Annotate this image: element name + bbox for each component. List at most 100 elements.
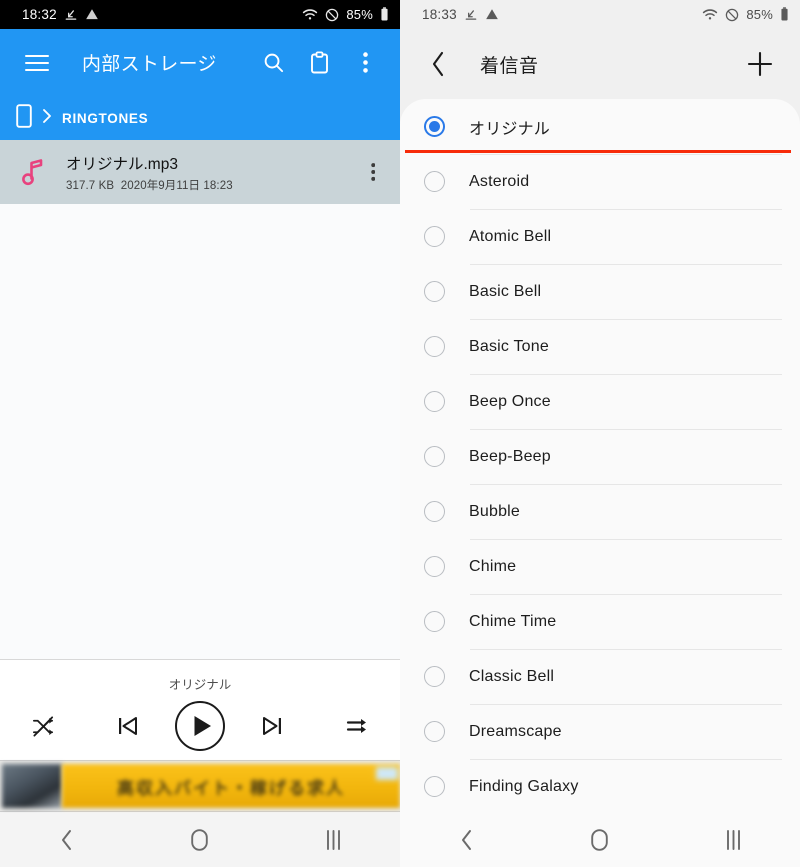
wifi-icon (302, 8, 318, 21)
file-details: 317.7 KB 2020年9月11日 18:23 (66, 177, 342, 193)
download-icon (464, 8, 478, 22)
left-phone-screen: 18:32 85% 内部ストレージ RINGTONES オリジナル.mp3 31… (0, 0, 400, 867)
overflow-menu-icon[interactable] (344, 42, 386, 84)
do-not-disturb-icon (325, 8, 339, 22)
battery-icon (780, 7, 789, 22)
left-status-bar: 18:32 85% (0, 0, 400, 29)
repeat-off-icon[interactable] (334, 703, 380, 749)
ringtone-label: Beep-Beep (469, 447, 551, 465)
file-list: オリジナル.mp3 317.7 KB 2020年9月11日 18:23 (0, 140, 400, 659)
music-note-icon (18, 158, 48, 186)
ringtone-label: Chime (469, 557, 517, 575)
radio-button[interactable] (424, 776, 445, 797)
ringtone-label: Bubble (469, 502, 521, 520)
ringtone-header: 着信音 (400, 29, 800, 99)
page-title: 内部ストレージ (82, 54, 217, 75)
radio-button[interactable] (424, 281, 445, 302)
radio-button[interactable] (424, 666, 445, 687)
ringtone-label: Classic Bell (469, 667, 555, 685)
ad-banner[interactable]: 高収入バイト・稼げる求人 (0, 760, 400, 812)
skip-next-icon[interactable] (249, 703, 295, 749)
breadcrumb: RINGTONES (0, 96, 400, 140)
radio-button-selected[interactable] (424, 116, 445, 137)
phone-icon[interactable] (16, 103, 32, 133)
file-size: 317.7 KB (66, 179, 115, 192)
battery-percent-label: 85% (346, 7, 373, 22)
status-bar-left-group: 18:33 (422, 7, 499, 22)
home-icon[interactable] (565, 820, 635, 860)
ringtone-label: Dreamscape (469, 722, 562, 740)
recents-icon[interactable] (298, 820, 368, 860)
file-meta: オリジナル.mp3 317.7 KB 2020年9月11日 18:23 (66, 152, 342, 193)
overflow-menu-icon[interactable] (360, 162, 386, 182)
back-icon[interactable] (32, 820, 102, 860)
list-item[interactable]: オリジナル (400, 99, 800, 154)
clipboard-icon[interactable] (298, 42, 340, 84)
skip-previous-icon[interactable] (105, 703, 151, 749)
google-drive-icon (485, 8, 499, 21)
list-item[interactable]: Chime (400, 539, 800, 594)
list-item[interactable]: Classic Bell (400, 649, 800, 704)
ringtone-label: Basic Tone (469, 337, 549, 355)
ringtone-label: Asteroid (469, 172, 530, 190)
list-item[interactable]: Basic Bell (400, 264, 800, 319)
player-controls (0, 693, 400, 753)
radio-button[interactable] (424, 446, 445, 467)
home-icon[interactable] (165, 820, 235, 860)
file-manager-app-bar: 内部ストレージ (0, 29, 400, 96)
ringtone-label: オリジナル (469, 120, 551, 138)
list-item[interactable]: Finding Galaxy (400, 759, 800, 812)
search-icon[interactable] (252, 42, 294, 84)
file-name: オリジナル.mp3 (66, 155, 178, 173)
recents-icon[interactable] (698, 820, 768, 860)
list-item[interactable]: Asteroid (400, 154, 800, 209)
plus-icon[interactable] (738, 42, 782, 86)
ringtone-label: Beep Once (469, 392, 551, 410)
list-item[interactable]: Basic Tone (400, 319, 800, 374)
chevron-right-icon (42, 108, 52, 129)
radio-button[interactable] (424, 171, 445, 192)
breadcrumb-path[interactable]: RINGTONES (62, 111, 148, 126)
chevron-left-icon[interactable] (416, 42, 460, 86)
ad-info-badge[interactable] (376, 767, 398, 780)
hamburger-menu-icon[interactable] (16, 42, 58, 84)
radio-button[interactable] (424, 336, 445, 357)
radio-button[interactable] (424, 391, 445, 412)
ringtone-label: Atomic Bell (469, 227, 552, 245)
radio-button[interactable] (424, 721, 445, 742)
status-bar-clock: 18:33 (422, 7, 457, 22)
ad-content[interactable]: 高収入バイト・稼げる求人 (62, 764, 400, 808)
google-drive-icon (85, 8, 99, 21)
shuffle-off-icon[interactable] (20, 703, 66, 749)
now-playing-title: オリジナル (168, 678, 232, 692)
audio-player-bar: オリジナル (0, 659, 400, 760)
ringtone-label: Finding Galaxy (469, 777, 579, 795)
annotation-underline (405, 150, 791, 153)
status-bar-left-group: 18:32 (22, 7, 99, 22)
radio-button[interactable] (424, 556, 445, 577)
list-item[interactable]: オリジナル.mp3 317.7 KB 2020年9月11日 18:23 (0, 140, 400, 204)
status-bar-right-group: 85% (302, 7, 389, 22)
status-bar-right-group: 85% (702, 7, 789, 22)
radio-button[interactable] (424, 501, 445, 522)
page-title: 着信音 (480, 55, 539, 77)
list-item[interactable]: Beep Once (400, 374, 800, 429)
download-icon (64, 8, 78, 22)
ringtone-list-card: オリジナル Asteroid Atomic Bell Basic Bell Ba… (400, 99, 800, 812)
file-date: 2020年9月11日 18:23 (120, 179, 233, 192)
ringtone-label: Chime Time (469, 612, 557, 630)
play-icon[interactable] (173, 699, 227, 753)
ringtone-label: Basic Bell (469, 282, 542, 300)
radio-button[interactable] (424, 611, 445, 632)
back-icon[interactable] (432, 820, 502, 860)
ad-thumbnail-image (2, 764, 62, 808)
list-item[interactable]: Chime Time (400, 594, 800, 649)
radio-button[interactable] (424, 226, 445, 247)
ad-text: 高収入バイト・稼げる求人 (117, 778, 345, 798)
list-item[interactable]: Beep-Beep (400, 429, 800, 484)
list-item[interactable]: Bubble (400, 484, 800, 539)
battery-percent-label: 85% (746, 7, 773, 22)
transport-controls (105, 699, 295, 753)
list-item[interactable]: Atomic Bell (400, 209, 800, 264)
list-item[interactable]: Dreamscape (400, 704, 800, 759)
